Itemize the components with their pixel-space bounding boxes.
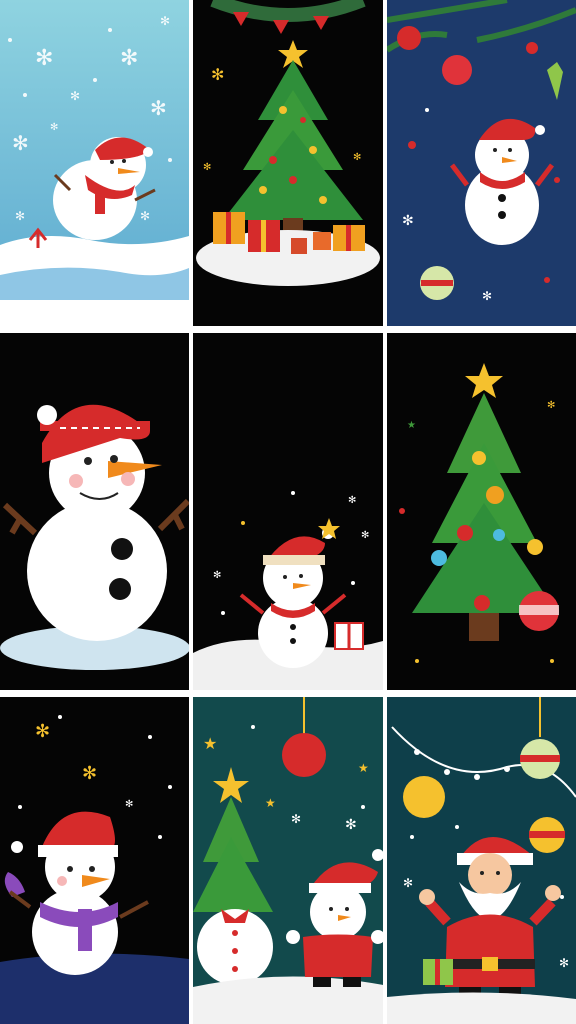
snowman-purple-scarf-illustration: ✻ ✻ ✻	[0, 697, 189, 1024]
svg-text:★: ★	[407, 420, 416, 431]
svg-text:✻: ✻	[482, 289, 492, 303]
big-snowman-illustration	[0, 333, 189, 690]
snowman-blue-sky-illustration: ✻ ✻ ✻ ✻ ✻ ✻ ✻ ✻ ✻	[0, 0, 189, 326]
snowman-navy-illustration: ✻✻	[387, 0, 576, 326]
svg-text:★: ★	[265, 796, 276, 810]
svg-text:✻: ✻	[203, 162, 211, 173]
christmas-tree-illustration: ✻★	[387, 333, 576, 690]
svg-text:✻: ✻	[140, 209, 150, 223]
svg-text:✻: ✻	[353, 152, 361, 163]
svg-text:✻: ✻	[70, 89, 80, 103]
svg-text:✻: ✻	[120, 46, 138, 71]
svg-text:✻: ✻	[559, 956, 569, 970]
svg-text:✻: ✻	[82, 763, 97, 784]
christmas-tree-presents-illustration: ✻ ✻ ✻	[193, 0, 383, 326]
svg-text:✻: ✻	[345, 817, 357, 833]
svg-text:★: ★	[358, 761, 369, 775]
svg-text:✻: ✻	[15, 209, 25, 223]
svg-text:✻: ✻	[348, 495, 356, 506]
svg-text:✻: ✻	[402, 213, 414, 229]
svg-text:✻: ✻	[35, 46, 53, 71]
svg-text:✻: ✻	[12, 131, 29, 155]
illustration-grid: ✻ ✻ ✻ ✻ ✻ ✻ ✻ ✻ ✻ ✻ ✻ ✻ ✻ ✻ ✻ ✻ ✻ ✻ ★ ✻ …	[0, 0, 576, 1024]
panel-tree-presents: ✻ ✻ ✻	[193, 0, 383, 326]
panel-snowman-purple-scarf: ✻ ✻ ✻	[0, 697, 189, 1024]
panel-snowman-blue-sky: ✻ ✻ ✻ ✻ ✻ ✻ ✻ ✻ ✻	[0, 0, 189, 326]
svg-text:✻: ✻	[547, 400, 555, 411]
svg-text:✻: ✻	[213, 570, 221, 581]
panel-small-snowman: ✻ ✻ ✻	[193, 333, 383, 690]
svg-text:✻: ✻	[291, 812, 301, 826]
teal-tree-snowmen-illustration: ★ ★ ★ ✻ ✻	[193, 697, 383, 1024]
panel-big-snowman	[0, 333, 189, 690]
svg-text:★: ★	[203, 734, 217, 753]
svg-text:✻: ✻	[35, 721, 50, 742]
svg-text:✻: ✻	[403, 876, 413, 890]
svg-text:✻: ✻	[211, 65, 224, 84]
panel-tree-black: ✻ ★	[387, 333, 576, 690]
panel-teal-tree-snowmen: ★ ★ ★ ✻ ✻	[193, 697, 383, 1024]
svg-text:✻: ✻	[125, 799, 133, 810]
svg-text:✻: ✻	[160, 14, 170, 28]
panel-snowman-navy: ✻ ✻	[387, 0, 576, 326]
svg-text:✻: ✻	[150, 96, 167, 120]
svg-text:✻: ✻	[50, 122, 58, 133]
panel-santa: ✻ ✻	[387, 697, 576, 1024]
svg-text:✻: ✻	[361, 530, 369, 541]
small-snowman-illustration: ✻ ✻ ✻	[193, 333, 383, 690]
santa-claus-illustration: ✻✻	[387, 697, 576, 1024]
